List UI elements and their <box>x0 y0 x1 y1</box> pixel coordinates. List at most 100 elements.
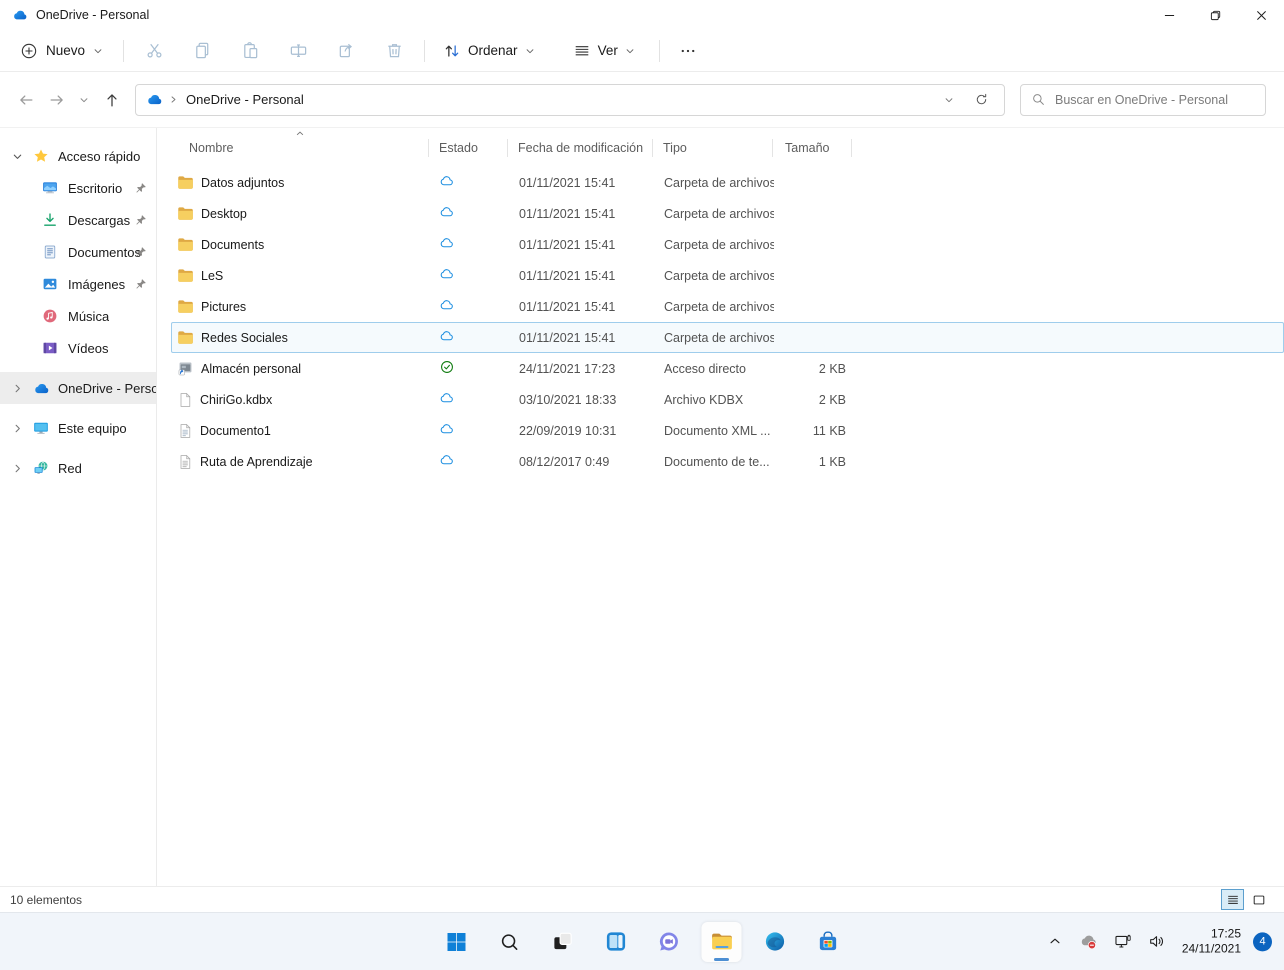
file-row-chirigo-kdbx[interactable]: ChiriGo.kdbx03/10/2021 18:33Archivo KDBX… <box>171 384 1284 415</box>
file-row-ruta-de-aprendizaje[interactable]: Ruta de Aprendizaje08/12/2017 0:49Docume… <box>171 446 1284 477</box>
recent-locations-button[interactable] <box>72 84 96 115</box>
up-button[interactable] <box>96 84 127 115</box>
sidebar-item-escritorio[interactable]: Escritorio <box>0 172 156 204</box>
file-status-cell <box>430 391 509 408</box>
file-row-redes-sociales[interactable]: Redes Sociales01/11/2021 15:41Carpeta de… <box>171 322 1284 353</box>
sidebar-item-onedrive-personal[interactable]: OneDrive - Personal <box>0 372 156 404</box>
new-button[interactable]: Nuevo <box>6 34 117 68</box>
volume-icon[interactable] <box>1144 929 1170 955</box>
hidden-icons-chevron-icon[interactable] <box>1042 929 1068 955</box>
file-name: LeS <box>201 269 223 283</box>
address-dropdown-button[interactable] <box>936 87 962 113</box>
sidebar-item-acceso-r-pido[interactable]: Acceso rápido <box>0 140 156 172</box>
widgets-taskbar-button[interactable] <box>596 922 636 962</box>
column-headers: Nombre Estado Fecha de modificaciónTipoTam… <box>171 133 1284 163</box>
view-toggles <box>1221 889 1270 910</box>
file-row-documents[interactable]: Documents01/11/2021 15:41Carpeta de arch… <box>171 229 1284 260</box>
widgets-icon <box>604 930 627 953</box>
file-row-pictures[interactable]: Pictures01/11/2021 15:41Carpeta de archi… <box>171 291 1284 322</box>
details-view-button[interactable] <box>1221 889 1244 910</box>
column-header-tama-o[interactable]: Tamaño <box>773 138 852 158</box>
chat-taskbar-button[interactable] <box>649 922 689 962</box>
file-row-documento1[interactable]: Documento122/09/2019 10:31Documento XML … <box>171 415 1284 446</box>
edge-taskbar-button[interactable] <box>755 922 795 962</box>
task-view-taskbar-button[interactable] <box>543 922 583 962</box>
delete-button[interactable] <box>370 34 418 68</box>
folder-icon <box>177 174 194 191</box>
clock[interactable]: 17:25 24/11/2021 <box>1182 926 1241 957</box>
refresh-button[interactable] <box>968 87 994 113</box>
onedrive-sync-icon[interactable] <box>1076 929 1102 955</box>
sidebar-item-im-genes[interactable]: Imágenes <box>0 268 156 300</box>
column-header-estado[interactable]: Estado <box>429 138 508 158</box>
notification-badge[interactable]: 4 <box>1253 932 1272 951</box>
sidebar-item-v-deos[interactable]: Vídeos <box>0 332 156 364</box>
system-tray: 17:25 24/11/2021 4 <box>1042 926 1272 957</box>
column-header-tipo[interactable]: Tipo <box>653 138 773 158</box>
sidebar-item-label: Descargas <box>68 213 130 228</box>
sidebar-item-este-equipo[interactable]: Este equipo <box>0 412 156 444</box>
search-taskbar-button[interactable] <box>490 922 530 962</box>
cloud-status-icon <box>440 329 454 343</box>
forward-button[interactable] <box>41 84 72 115</box>
search-input[interactable] <box>1055 93 1255 107</box>
pictures-icon <box>40 276 60 292</box>
file-row-desktop[interactable]: Desktop01/11/2021 15:41Carpeta de archiv… <box>171 198 1284 229</box>
file-name-cell: Datos adjuntos <box>172 174 430 191</box>
file-name: Documents <box>201 238 264 252</box>
maximize-restore-button[interactable] <box>1192 0 1238 30</box>
breadcrumb-item[interactable]: OneDrive - Personal <box>186 92 304 107</box>
column-header-label: Estado <box>439 141 478 155</box>
file-name: Desktop <box>201 207 247 221</box>
sidebar-item-m-sica[interactable]: Música <box>0 300 156 332</box>
file-row-almac-n-personal[interactable]: Almacén personal24/11/2021 17:23Acceso d… <box>171 353 1284 384</box>
sidebar-item-label: Documentos <box>68 245 141 260</box>
file-row-datos-adjuntos[interactable]: Datos adjuntos01/11/2021 15:41Carpeta de… <box>171 167 1284 198</box>
copy-button[interactable] <box>178 34 226 68</box>
pin-icon <box>135 214 147 226</box>
store-taskbar-button[interactable] <box>808 922 848 962</box>
column-header-nombre[interactable]: Nombre <box>171 138 429 158</box>
sort-button[interactable]: Ordenar <box>431 34 547 68</box>
file-row-les[interactable]: LeS01/11/2021 15:41Carpeta de archivos <box>171 260 1284 291</box>
view-button[interactable]: Ver <box>561 34 647 68</box>
sort-icon <box>443 42 461 60</box>
rename-button[interactable] <box>274 34 322 68</box>
file-size: 1 KB <box>774 455 853 469</box>
chevron-down-icon <box>8 151 26 162</box>
paste-button[interactable] <box>226 34 274 68</box>
minimize-button[interactable] <box>1146 0 1192 30</box>
display-network-icon[interactable] <box>1110 929 1136 955</box>
titlebar: OneDrive - Personal <box>0 0 1284 30</box>
sidebar-item-label: Escritorio <box>68 181 122 196</box>
address-bar[interactable]: OneDrive - Personal <box>135 84 1005 116</box>
close-button[interactable] <box>1238 0 1284 30</box>
toolbar-actions <box>130 34 418 68</box>
more-options-button[interactable] <box>666 34 710 68</box>
sort-ascending-icon <box>295 129 305 139</box>
file-explorer-taskbar-button[interactable] <box>702 922 742 962</box>
back-button[interactable] <box>10 84 41 115</box>
file-size: 2 KB <box>774 362 853 376</box>
file-size: 2 KB <box>774 393 853 407</box>
sidebar-item-documentos[interactable]: Documentos <box>0 236 156 268</box>
chevron-down-icon <box>625 46 635 56</box>
cut-button[interactable] <box>130 34 178 68</box>
cloud-status-icon <box>440 236 454 250</box>
folder-icon <box>177 267 194 284</box>
shortcut-icon <box>177 360 194 377</box>
file-name: Ruta de Aprendizaje <box>200 455 313 469</box>
sidebar-item-red[interactable]: Red <box>0 452 156 484</box>
large-icons-view-button[interactable] <box>1247 889 1270 910</box>
file-name-cell: Almacén personal <box>172 360 430 377</box>
sidebar-item-descargas[interactable]: Descargas <box>0 204 156 236</box>
file-status-cell <box>430 205 509 222</box>
start-taskbar-button[interactable] <box>437 922 477 962</box>
sidebar-gap <box>0 364 156 372</box>
share-button[interactable] <box>322 34 370 68</box>
pin-icon <box>135 278 147 290</box>
sort-button-label: Ordenar <box>468 43 518 58</box>
column-header-fecha-de-modificaci-n[interactable]: Fecha de modificación <box>508 138 653 158</box>
search-box[interactable] <box>1020 84 1266 116</box>
file-type: Acceso directo <box>654 362 774 376</box>
